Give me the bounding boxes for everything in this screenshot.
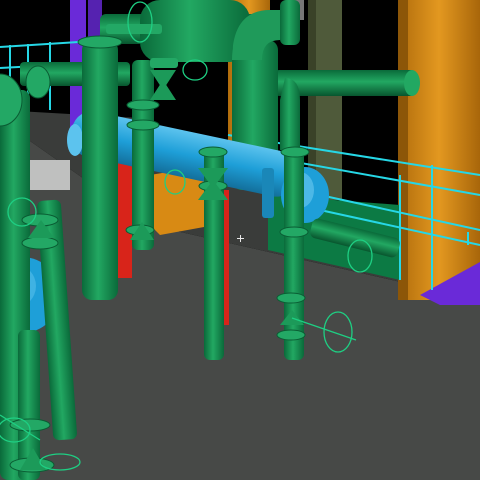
pipe-vertical-d [284, 150, 304, 360]
plant-scene[interactable] [0, 0, 480, 480]
valve-stem [150, 58, 178, 68]
blue-pipe-flange-left [67, 124, 83, 156]
pipe-vertical-b [132, 60, 154, 250]
pipe-top-right-stub [280, 0, 300, 45]
3d-plant-model-viewport[interactable] [0, 0, 480, 480]
orange-column-right [398, 0, 480, 300]
pipe-connector [106, 24, 162, 34]
pipe-upper-right-end [404, 70, 420, 96]
pipe-vertical-a [82, 40, 118, 300]
pipe-elbow-right [280, 78, 300, 150]
blue-pipe-flange [262, 168, 274, 218]
